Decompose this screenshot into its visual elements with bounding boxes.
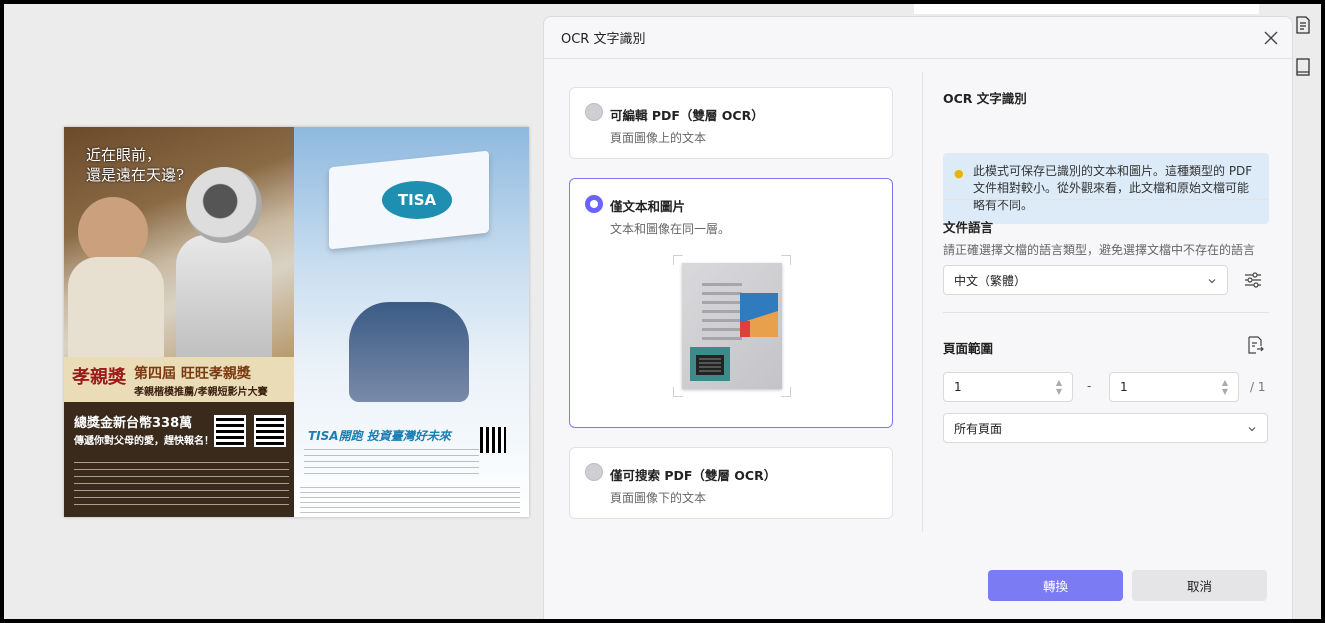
close-icon [1264,31,1278,45]
poster-footer [300,487,520,513]
language-select[interactable]: 中文（繁體） [943,265,1228,295]
poster-astronaut-helmet [186,167,262,243]
poster-headline-line-2: 還是遠在天邊? [86,166,185,184]
range-separator: - [1087,379,1092,393]
radio-editable-pdf[interactable] [585,103,603,121]
qr-code-icon [214,415,246,447]
section-title-page-range: 頁面範圍 [943,341,994,356]
range-to-input[interactable]: 1 ▲ ▼ [1109,372,1239,402]
cancel-button[interactable]: 取消 [1132,570,1267,601]
poster-family-photo [349,302,469,402]
info-box: ● 此模式可保存已識別的文本和圖片。這種類型的 PDF 文件相對較小。從外觀來看… [943,153,1269,224]
tisa-logo: TISA [382,181,452,219]
poster-band-subtitle: 孝親楷模推薦/孝親短影片大賽 [134,387,268,398]
poster-prize: 總獎金新台幣338萬 [74,416,193,431]
section-title-ocr: OCR 文字識別 [943,91,1027,106]
poster-right: TISA TISA開跑 投資臺灣好未來 [294,127,529,517]
building-image-icon [690,347,730,381]
page-range-icon [1248,336,1264,354]
poster-fine-print [304,449,479,479]
poster-astronaut-body [176,235,272,365]
dialog-title: OCR 文字識別 [561,32,646,47]
option-title: 僅文本和圖片 [610,199,686,214]
poster-logo: 孝親獎 [72,367,126,388]
range-to-value: 1 [1120,380,1128,394]
section-divider [943,199,1269,200]
background-panel [914,4,1259,14]
qr-code-icon [254,415,286,447]
pages-select-value: 所有頁面 [954,421,1003,436]
close-button[interactable] [1260,27,1282,49]
ocr-dialog: OCR 文字識別 可編輯 PDF（雙層 OCR） 頁面圖像上的文本 僅文本和圖片… [543,16,1293,619]
pages-select[interactable]: 所有頁面 [943,413,1268,443]
document-illustration [673,255,791,397]
poster-headline-line-1: 近在眼前， [86,146,162,164]
option-subtitle: 頁面圖像上的文本 [610,131,707,145]
document-sheet [682,263,782,389]
stepper-arrows-icon[interactable]: ▲ ▼ [1056,378,1062,396]
option-searchable-pdf[interactable]: 僅可搜索 PDF（雙層 OCR） 頁面圖像下的文本 [569,447,893,519]
poster-left: 近在眼前， 還是遠在天邊? 孝親獎 第四屆 旺旺孝親獎 孝親楷模推薦/孝親短影片… [64,127,294,517]
stepper-arrows-icon[interactable]: ▲ ▼ [1222,378,1228,396]
poster-figure-body [68,257,164,357]
document-preview: 近在眼前， 還是遠在天邊? 孝親獎 第四屆 旺旺孝親獎 孝親楷模推薦/孝親短影片… [64,127,529,517]
poster-band-title: 第四屆 旺旺孝親獎 [134,366,251,382]
chevron-down-icon [1248,427,1256,432]
language-select-value: 中文（繁體） [954,273,1027,288]
poster-prize-sub: 傳遞你對父母的愛，趕快報名！ [74,436,214,447]
option-subtitle: 頁面圖像下的文本 [610,491,707,505]
language-description: 請正確選擇文檔的語言類型，避免選擇文檔中不存在的語言 [943,243,1256,257]
option-text-and-images[interactable]: 僅文本和圖片 文本和圖像在同一層。 [569,178,893,428]
chevron-down-icon [1208,279,1216,284]
app-window: 近在眼前， 還是遠在天邊? 孝親獎 第四屆 旺旺孝親獎 孝親楷模推薦/孝親短影片… [4,4,1321,619]
qr-code-icon [480,427,506,453]
section-divider [943,312,1269,313]
image-icon [740,293,778,337]
poster-fine-print [74,462,289,507]
convert-button[interactable]: 轉換 [988,570,1123,601]
option-subtitle: 文本和圖像在同一層。 [610,222,731,236]
option-title: 可編輯 PDF（雙層 OCR） [610,108,764,123]
range-from-value: 1 [954,380,962,394]
range-total: / 1 [1250,380,1266,394]
poster-slogan: TISA開跑 投資臺灣好未來 [308,429,451,443]
page-range-button[interactable] [1245,335,1265,355]
radio-searchable-pdf[interactable] [585,463,603,481]
option-editable-pdf[interactable]: 可編輯 PDF（雙層 OCR） 頁面圖像上的文本 [569,87,893,159]
language-settings-button[interactable] [1243,270,1263,290]
option-title: 僅可搜索 PDF（雙層 OCR） [610,468,777,483]
book-icon[interactable] [1292,56,1314,78]
range-from-input[interactable]: 1 ▲ ▼ [943,372,1073,402]
section-title-language: 文件語言 [943,220,994,235]
poster-headline: 近在眼前， 還是遠在天邊? [86,145,184,185]
ai-ocr-icon[interactable] [1292,14,1314,36]
panel-divider [922,72,923,532]
lightbulb-icon: ● [954,167,964,180]
radio-text-and-images[interactable] [585,195,603,213]
info-text: 此模式可保存已識別的文本和圖片。這種類型的 PDF 文件相對較小。從外觀來看，此… [973,164,1253,212]
sliders-icon [1245,272,1261,288]
dialog-header: OCR 文字識別 [544,17,1292,59]
